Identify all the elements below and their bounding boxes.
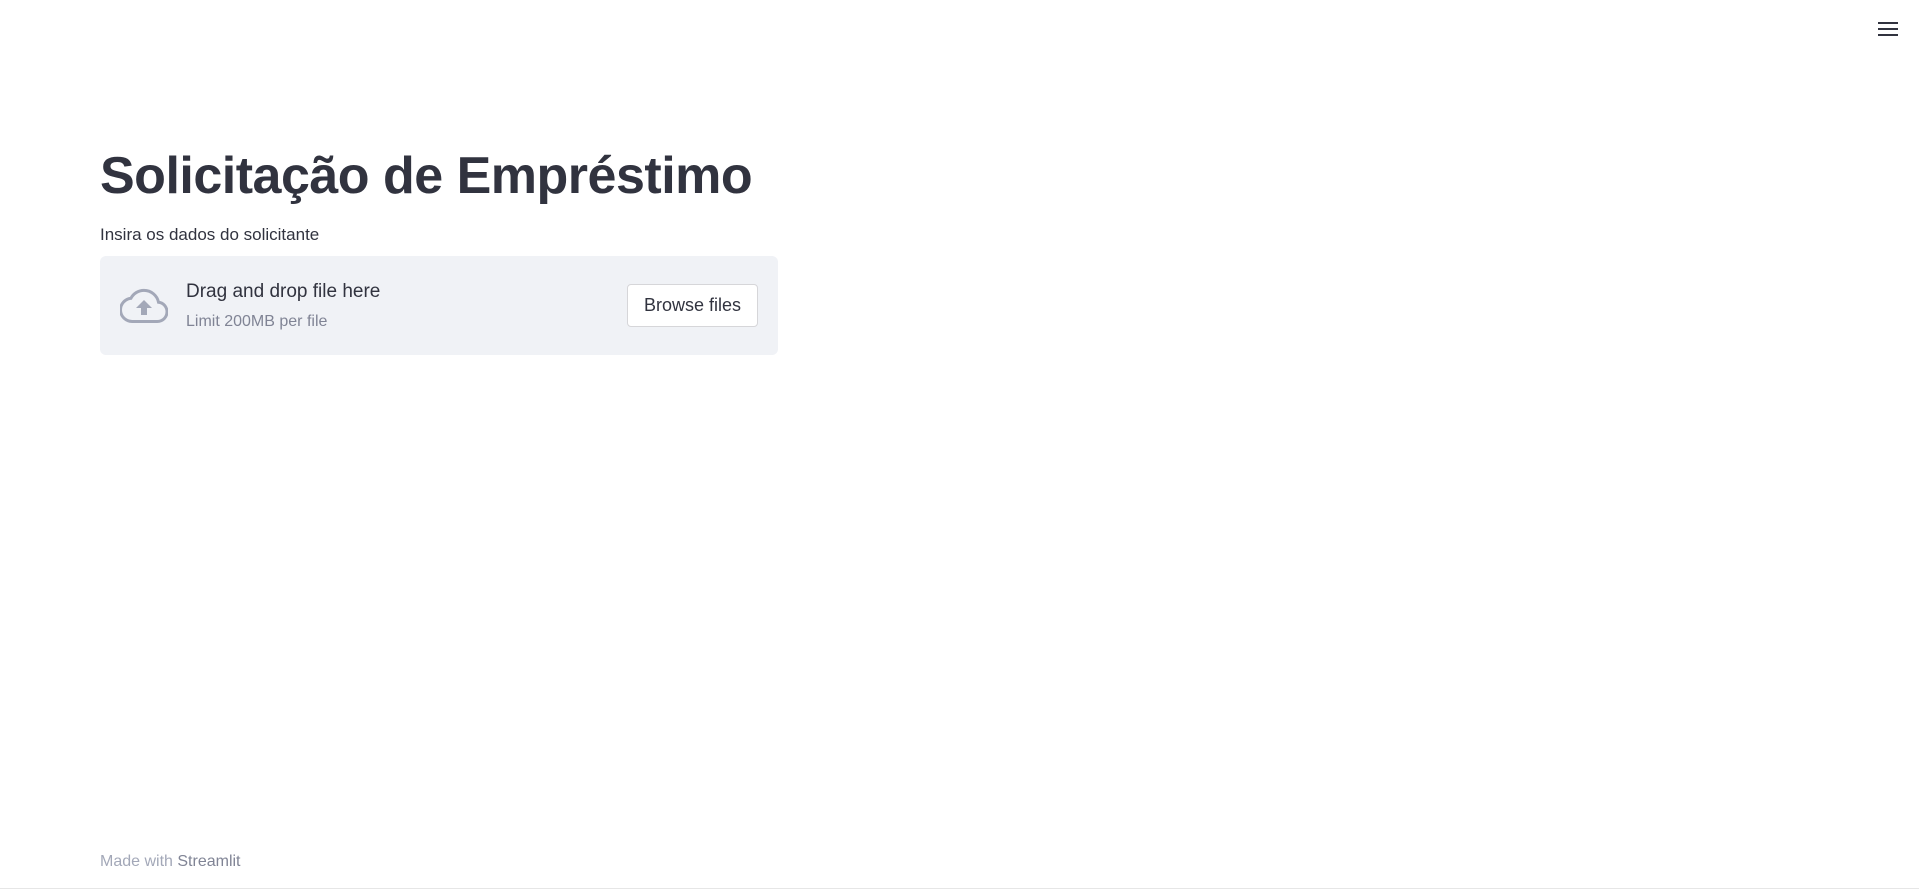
- dropzone-primary-text: Drag and drop file here: [186, 280, 381, 302]
- file-uploader-label: Insira os dados do solicitante: [100, 225, 320, 244]
- cloud-upload-icon: [120, 282, 168, 330]
- app-root: Solicitação de Empréstimo Insira os dado…: [0, 0, 1919, 889]
- hamburger-menu-icon: [1878, 22, 1898, 36]
- footer-prefix: Made with: [100, 853, 173, 870]
- page-title: Solicitação de Empréstimo: [100, 147, 753, 205]
- footer: Made with Streamlit: [100, 851, 241, 873]
- streamlit-link[interactable]: Streamlit: [177, 853, 240, 870]
- dropzone-limit-text: Limit 200MB per file: [186, 312, 328, 330]
- main-content: Solicitação de Empréstimo Insira os dado…: [100, 140, 778, 355]
- dropzone-instructions: Drag and drop file here Limit 200MB per …: [186, 278, 627, 334]
- browse-files-button[interactable]: Browse files: [626, 284, 758, 327]
- file-dropzone[interactable]: Drag and drop file here Limit 200MB per …: [100, 256, 778, 355]
- main-menu-button[interactable]: [1875, 16, 1901, 42]
